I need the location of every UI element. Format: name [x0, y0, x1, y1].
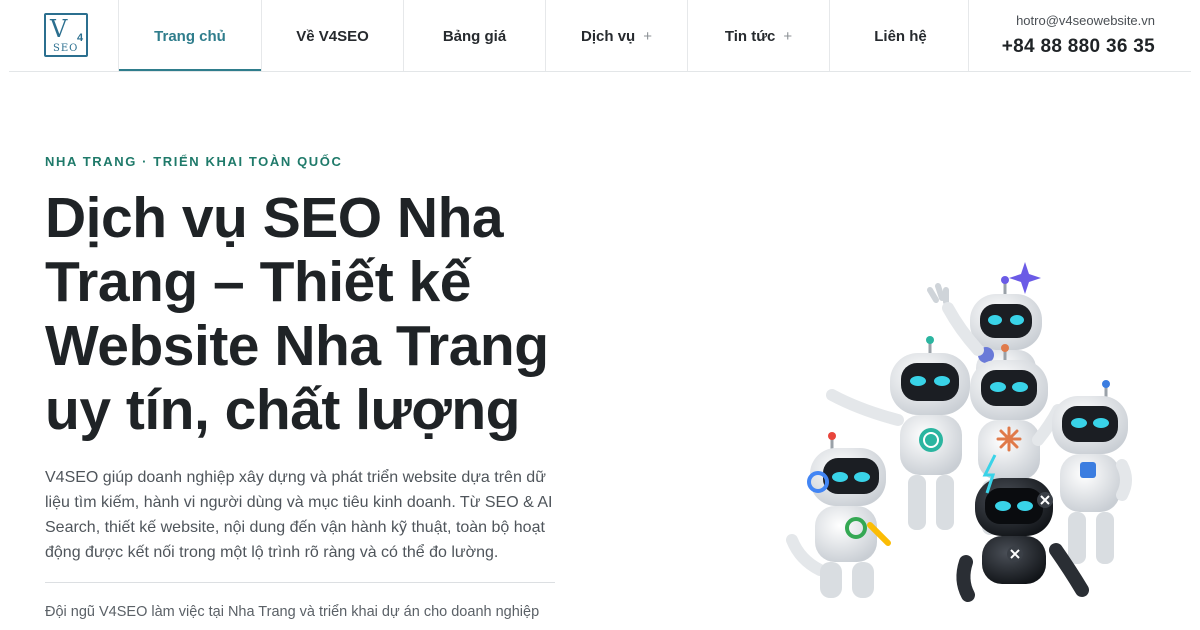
hero-note: Đội ngũ V4SEO làm việc tại Nha Trang và … — [45, 604, 540, 620]
robot-google — [786, 432, 891, 598]
nav-item-label: Trang chủ — [154, 27, 226, 45]
hero-divider — [45, 582, 555, 583]
v4seo-logo[interactable]: V 4 SEO — [44, 13, 88, 57]
nav-item-label: Liên hệ — [874, 27, 927, 45]
nav-item-services[interactable]: Dịch vụ + — [545, 0, 687, 72]
hero-description: V4SEO giúp doanh nghiệp xây dựng và phát… — [45, 469, 553, 561]
logo-letter: V — [50, 15, 68, 43]
hero-title: Dịch vụ SEO Nha Trang – Thiết kế Website… — [45, 186, 549, 442]
contact-phone-link[interactable]: +84 88 880 36 35 — [1002, 36, 1155, 58]
nav-item-label: Về V4SEO — [296, 27, 369, 45]
nav-item-news[interactable]: Tin tức + — [687, 0, 829, 72]
gemini-icon — [1080, 462, 1096, 478]
header-divider — [9, 71, 1191, 72]
nav-item-pricing[interactable]: Bảng giá — [403, 0, 545, 72]
nav-item-home[interactable]: Trang chủ — [118, 0, 261, 72]
ai-robots-illustration — [770, 250, 1150, 610]
logo-seo-text: SEO — [53, 43, 79, 54]
robot-gemini — [1052, 380, 1132, 564]
plus-icon: + — [783, 27, 793, 45]
plus-icon: + — [643, 27, 652, 45]
sparkle-icon — [1009, 262, 1041, 294]
nav-item-about[interactable]: Về V4SEO — [261, 0, 403, 72]
nav-item-label: Tin tức — [724, 27, 776, 45]
claude-icon — [996, 426, 1022, 452]
nav-item-contact[interactable]: Liên hệ — [829, 0, 971, 72]
site-header: V 4 SEO Trang chủ Về V4SEO Bảng giá Dịch… — [0, 0, 1200, 72]
main-nav: Trang chủ Về V4SEO Bảng giá Dịch vụ + Ti… — [118, 0, 971, 72]
hero-eyebrow: NHA TRANG · TRIỂN KHAI TOÀN QUỐC — [45, 154, 343, 169]
nav-item-label: Bảng giá — [442, 27, 507, 45]
contact-email-link[interactable]: hotro@v4seowebsite.vn — [1016, 13, 1155, 28]
header-contact: hotro@v4seowebsite.vn +84 88 880 36 35 — [968, 0, 1200, 72]
nav-item-label: Dịch vụ — [581, 27, 636, 45]
